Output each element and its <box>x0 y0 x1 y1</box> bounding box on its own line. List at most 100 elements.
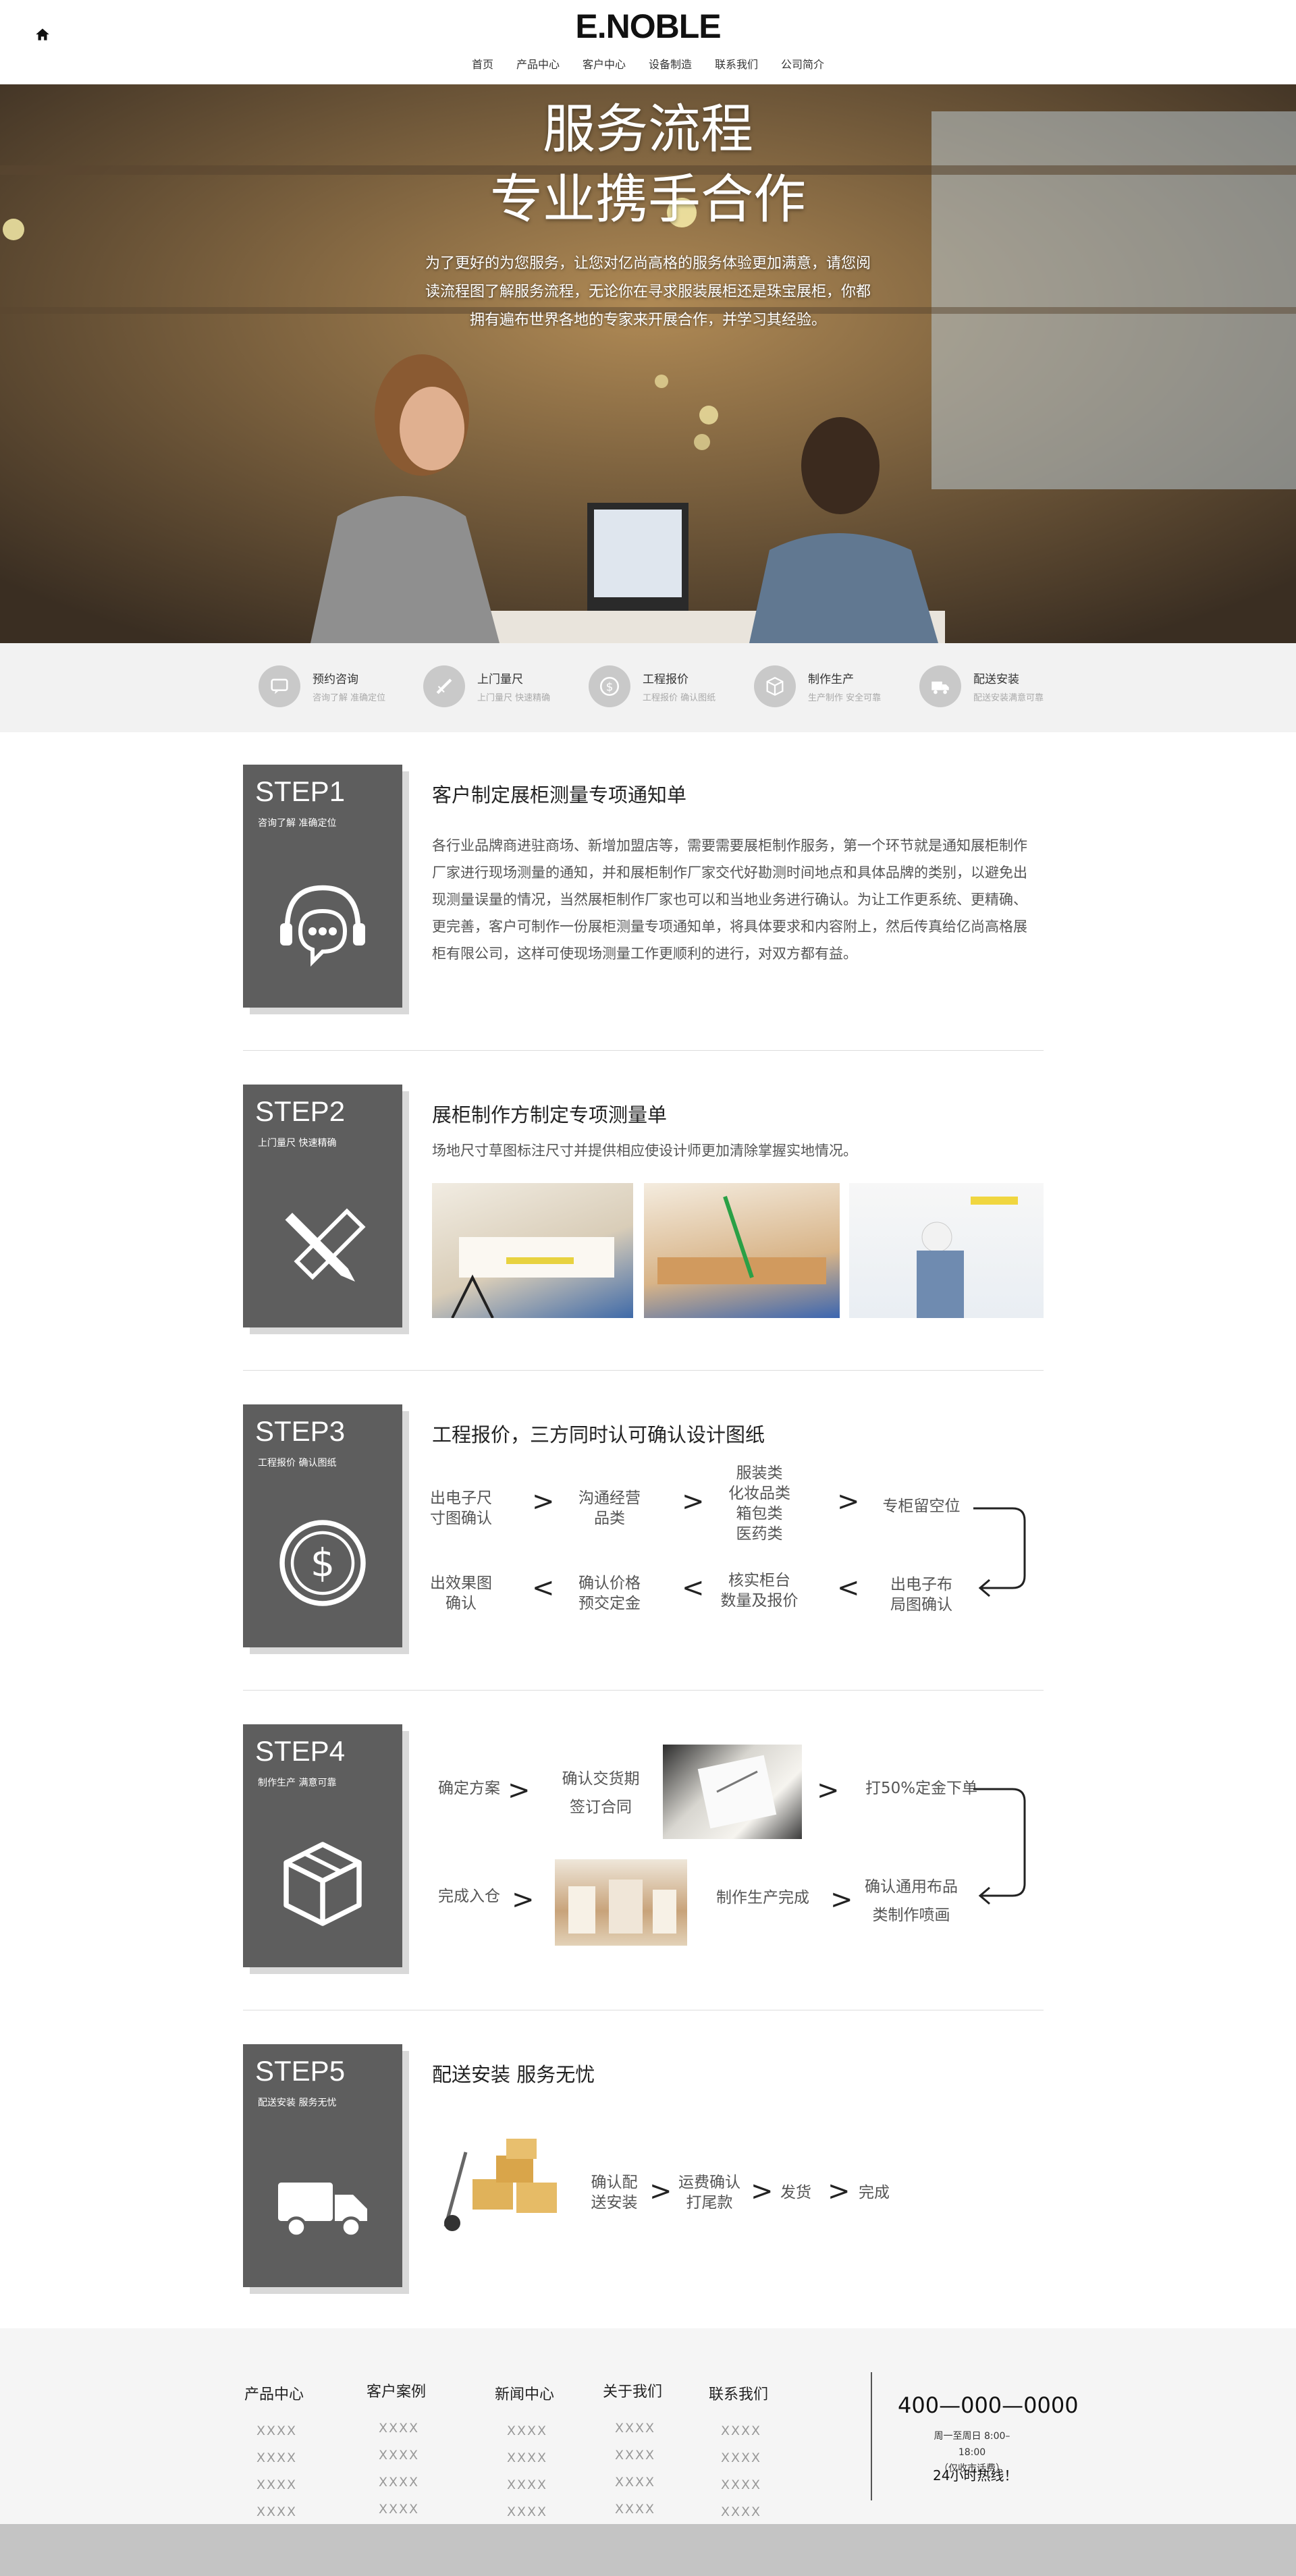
footer-column-news: 新闻中心 XXXX XXXX XXXX XXXX <box>495 2382 554 2525</box>
footer-link[interactable]: XXXX <box>603 2469 662 2496</box>
flow-return-arrow-icon <box>973 1507 1026 1597</box>
step-subtitle: 咨询了解 准确定位 <box>258 818 337 829</box>
footer-link[interactable]: XXXX <box>244 2417 304 2444</box>
flow-step: 出电子尺 寸图确认 <box>430 1489 492 1527</box>
step-subtitle: 上门量尺 快速精确 <box>258 1138 337 1149</box>
step-subtitle: 制作生产 满意可靠 <box>258 1778 337 1788</box>
process-title: 上门量尺 <box>477 673 523 686</box>
pencil-ruler-icon <box>285 1208 366 1282</box>
flow-step: 运费确认 打尾款 <box>678 2174 740 2212</box>
divider <box>243 1370 1044 1371</box>
measuring-photo-3 <box>849 1183 1044 1318</box>
footer-link[interactable]: XXXX <box>244 2444 304 2471</box>
process-title: 工程报价 <box>643 673 688 686</box>
footer-link[interactable]: XXXX <box>367 2415 426 2442</box>
flow-step: 核实柜台 数量及报价 <box>720 1572 799 1610</box>
process-item-measure[interactable]: 上门量尺上门量尺 快速精确 <box>423 665 550 707</box>
arrow-left-icon: < <box>532 1572 555 1604</box>
nav-item-customers[interactable]: 客户中心 <box>583 55 626 72</box>
flow-step: 发货 <box>780 2184 811 2201</box>
showroom-photo <box>555 1859 687 1946</box>
footer-column-contact: 联系我们 XXXX XXXX XXXX XXXX <box>709 2382 768 2525</box>
measuring-photo-1 <box>432 1183 633 1318</box>
chat-icon <box>271 678 288 694</box>
step-2-badge: STEP2 上门量尺 快速精确 <box>243 1085 402 1327</box>
step-title: 客户制定展柜测量专项通知单 <box>432 784 687 806</box>
footer-link[interactable]: XXXX <box>709 2471 768 2498</box>
arrow-right-icon: > <box>508 1775 531 1806</box>
flow-step: 沟通经营 品类 <box>578 1489 641 1527</box>
footer-link[interactable]: XXXX <box>495 2498 554 2525</box>
site-logo[interactable]: E.NOBLE <box>0 7 1296 46</box>
step-subtitle: 工程报价 确认图纸 <box>258 1458 337 1469</box>
process-item-quote[interactable]: $ 工程报价工程报价 确认图纸 <box>589 665 716 707</box>
footer-separator <box>871 2372 872 2500</box>
footer-heading[interactable]: 联系我们 <box>709 2382 768 2404</box>
flow-return-arrow-icon <box>973 1788 1026 1905</box>
step-2-section: STEP2 上门量尺 快速精确 展柜制作方制定专项测量单 场地尺寸草图标注尺寸并… <box>243 1085 1044 1341</box>
footer-link[interactable]: XXXX <box>709 2417 768 2444</box>
boxes-handtruck-illustration <box>443 2139 557 2231</box>
footer-link[interactable]: XXXX <box>495 2417 554 2444</box>
hotline-number[interactable]: 400—000—0000 <box>898 2392 1079 2418</box>
footer-bottom-bar <box>0 2524 1296 2576</box>
contract-signing-photo <box>663 1745 802 1839</box>
footer-link[interactable]: XXXX <box>603 2496 662 2523</box>
process-item-consult[interactable]: 预约咨询 咨询了解 准确定位 <box>259 665 385 707</box>
step-3-section: STEP3 工程报价 确认图纸 $ 工程报价，三方同时认可确认设计图纸 出电子尺… <box>243 1404 1044 1661</box>
flow-step: 确定方案 <box>438 1780 500 1797</box>
footer-link[interactable]: XXXX <box>709 2444 768 2471</box>
flow-step: 确认价格 预交定金 <box>578 1574 641 1612</box>
step-number: STEP2 <box>255 1095 346 1127</box>
footer-column-products: 产品中心 XXXX XXXX XXXX XXXX <box>244 2382 304 2525</box>
arrow-left-icon: < <box>837 1572 860 1604</box>
process-sub: 上门量尺 快速精确 <box>477 693 551 703</box>
step-1-badge: STEP1 咨询了解 准确定位 <box>243 765 402 1008</box>
arrow-right-icon: > <box>751 2176 774 2207</box>
process-sub: 咨询了解 准确定位 <box>313 693 386 703</box>
nav-item-equipment[interactable]: 设备制造 <box>649 55 692 72</box>
step-text: 各行业品牌商进驻商场、新增加盟店等，需要需要展柜制作服务，第一个环节就是通知展柜… <box>432 838 1027 962</box>
step-number: STEP1 <box>255 775 346 807</box>
footer-heading[interactable]: 新闻中心 <box>495 2382 554 2404</box>
footer-link[interactable]: XXXX <box>495 2471 554 2498</box>
nav-item-about[interactable]: 公司简介 <box>781 55 824 72</box>
divider <box>243 1050 1044 1051</box>
process-item-production[interactable]: 制作生产 生产制作 安全可靠 <box>754 665 881 707</box>
arrow-right-icon: > <box>837 1486 860 1517</box>
flow-step: 出效果图 确认 <box>430 1574 492 1612</box>
flow-step: 制作生产完成 <box>716 1889 809 1907</box>
nav-item-contact[interactable]: 联系我们 <box>715 55 758 72</box>
footer-link[interactable]: XXXX <box>495 2444 554 2471</box>
step-title: 工程报价，三方同时认可确认设计图纸 <box>432 1423 765 1446</box>
svg-text:$: $ <box>606 680 614 694</box>
step-4-badge: STEP4 制作生产 满意可靠 <box>243 1724 402 1967</box>
flow-step: 打50%定金下单 <box>865 1780 978 1797</box>
footer-heading[interactable]: 关于我们 <box>603 2380 662 2401</box>
footer-link[interactable]: XXXX <box>603 2415 662 2442</box>
footer-heading[interactable]: 客户案例 <box>367 2380 426 2401</box>
footer-column-cases: 客户案例 XXXX XXXX XXXX XXXX <box>367 2380 426 2523</box>
step-3-badge: STEP3 工程报价 确认图纸 $ <box>243 1404 402 1647</box>
flow-step: 专柜留空位 <box>882 1498 961 1515</box>
process-sub: 生产制作 安全可靠 <box>808 693 882 703</box>
footer-link[interactable]: XXXX <box>244 2498 304 2525</box>
nav-item-home[interactable]: 首页 <box>472 55 493 72</box>
site-header: E.NOBLE 首页 产品中心 客户中心 设备制造 联系我们 公司简介 <box>0 0 1296 84</box>
flow-step: 完成 <box>859 2184 890 2201</box>
footer-link[interactable]: XXXX <box>367 2469 426 2496</box>
footer-link[interactable]: XXXX <box>603 2442 662 2469</box>
arrow-right-icon: > <box>532 1486 555 1517</box>
footer-link[interactable]: XXXX <box>709 2498 768 2525</box>
arrow-right-icon: > <box>830 1884 853 1915</box>
package-icon <box>284 1842 362 1926</box>
footer-link[interactable]: XXXX <box>367 2442 426 2469</box>
footer-link[interactable]: XXXX <box>244 2471 304 2498</box>
process-sub: 工程报价 确认图纸 <box>643 693 716 703</box>
step-4-section: STEP4 制作生产 满意可靠 确定方案 > 确认交货期 签订合同 > 打50%… <box>243 1724 1044 1981</box>
step-text: 场地尺寸草图标注尺寸并提供相应使设计师更加清除掌握实地情况。 <box>432 1143 857 1159</box>
footer-heading[interactable]: 产品中心 <box>244 2382 304 2404</box>
process-item-delivery[interactable]: 配送安装 配送安装满意可靠 <box>919 665 1044 707</box>
nav-item-products[interactable]: 产品中心 <box>516 55 560 72</box>
footer-link[interactable]: XXXX <box>367 2496 426 2523</box>
